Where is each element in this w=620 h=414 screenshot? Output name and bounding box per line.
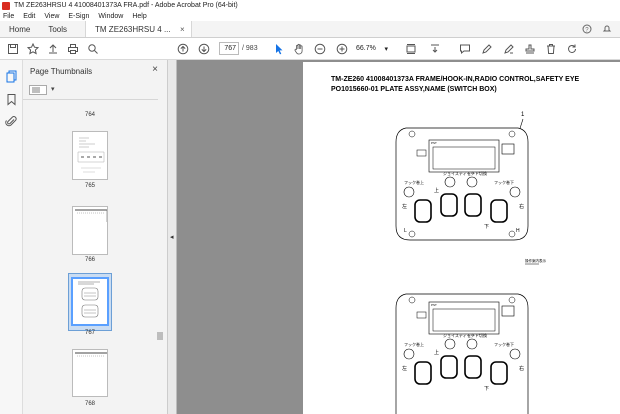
menu-file[interactable]: File [3, 13, 14, 20]
switch-panel-lower: PST フック巻上 ジョイスティック モード切換 フック巻下 左 上 右 下 [395, 293, 529, 414]
page-separator: / [242, 45, 244, 52]
tabbar-right-icons: ? [582, 21, 620, 37]
save-icon[interactable] [6, 42, 20, 56]
menu-window[interactable]: Window [98, 13, 123, 20]
page-thumbnails-panel: Page Thumbnails × ▾ 764 765 766 767 768 [23, 60, 168, 414]
thumbnail-label-768: 768 [84, 401, 95, 407]
hand-tool-icon[interactable] [292, 42, 306, 56]
main-toolbar: 767 / 983 66.7% ▾ [0, 38, 620, 60]
thumbnail-scrollbar[interactable] [156, 102, 164, 408]
pdf-page: TM-ZE260 41008401373A FRAME/HOOK-IN,RADI… [303, 62, 620, 414]
thumbnail-768-preview [75, 352, 107, 357]
menu-edit[interactable]: Edit [23, 13, 35, 20]
thumbnail-label-765: 765 [84, 183, 95, 189]
tab-tools[interactable]: Tools [39, 21, 76, 37]
attachment-icon[interactable] [5, 115, 18, 128]
svg-text:右: 右 [519, 203, 524, 210]
chevron-down-icon: ▾ [384, 45, 388, 53]
svg-text:上: 上 [434, 349, 439, 356]
tab-bar: Home Tools TM ZE263HRSU 4 ... × ? [0, 21, 620, 38]
svg-text:PST: PST [431, 303, 437, 307]
next-page-icon[interactable] [197, 42, 211, 56]
page-display-icon[interactable] [404, 42, 418, 56]
document-viewer[interactable]: TM-ZE260 41008401373A FRAME/HOOK-IN,RADI… [177, 60, 620, 414]
thumbnail-page-767[interactable] [71, 277, 109, 326]
zoom-value: 66.7% [356, 45, 376, 52]
svg-text:モード切換: モード切換 [467, 332, 487, 338]
svg-text:左: 左 [402, 365, 407, 372]
fill-sign-icon[interactable] [502, 42, 516, 56]
page-number-input[interactable]: 767 [219, 42, 239, 55]
thumbnail-765-preview [77, 137, 105, 173]
list-options-icon [32, 87, 40, 93]
svg-text:左: 左 [402, 203, 407, 210]
menu-view[interactable]: View [44, 13, 59, 20]
tab-home[interactable]: Home [0, 21, 39, 37]
bell-icon[interactable] [602, 24, 612, 34]
scroll-mode-icon[interactable] [428, 42, 442, 56]
window-titlebar: TM ZE263HRSU 4 41008401373A FRA.pdf - Ad… [0, 0, 620, 11]
thumbnail-766-preview [75, 209, 107, 222]
tab-document[interactable]: TM ZE263HRSU 4 ... × [85, 21, 192, 37]
svg-text:下: 下 [484, 386, 489, 392]
print-icon[interactable] [66, 42, 80, 56]
comment-icon[interactable] [458, 42, 472, 56]
star-icon[interactable] [26, 42, 40, 56]
search-icon[interactable] [86, 42, 100, 56]
panel-title: Page Thumbnails [30, 67, 93, 76]
svg-text:L: L [404, 228, 407, 234]
help-icon[interactable]: ? [582, 24, 592, 34]
page-count: / 983 [242, 45, 258, 52]
thumbnail-page-766[interactable] [72, 206, 108, 255]
thumbnail-label-767: 767 [84, 330, 95, 336]
thumbnail-767-preview [78, 281, 100, 318]
svg-text:H: H [516, 228, 520, 234]
thumbnail-page-768[interactable] [72, 349, 108, 397]
bookmark-icon[interactable] [5, 93, 18, 106]
svg-text:下: 下 [484, 224, 489, 230]
switch-box-drawing: 1 PST フック巻上 ジョイスティック モード切換 フック巻下 左 上 右 下… [395, 112, 546, 414]
tab-close-icon[interactable]: × [180, 25, 185, 34]
svg-text:フック巻上: フック巻上 [404, 341, 424, 347]
svg-text:フック巻上: フック巻上 [404, 179, 424, 185]
page-thumbnails-icon[interactable] [5, 70, 18, 83]
total-pages: 983 [245, 45, 258, 52]
left-navigation-rail [0, 60, 23, 414]
menu-bar: File Edit View E-Sign Window Help [0, 11, 620, 21]
svg-text:フック巻下: フック巻下 [494, 341, 514, 347]
collapse-panel-icon[interactable]: ◂ [170, 233, 174, 241]
tab-document-label: TM ZE263HRSU 4 ... [95, 24, 171, 34]
delete-icon[interactable] [544, 42, 558, 56]
svg-text:右: 右 [519, 365, 524, 372]
previous-page-icon[interactable] [176, 42, 190, 56]
options-chevron-down-icon[interactable]: ▾ [51, 85, 55, 93]
svg-text:上: 上 [434, 187, 439, 194]
panel-close-icon[interactable]: × [152, 64, 158, 75]
highlight-pen-icon[interactable] [480, 42, 494, 56]
stamp-icon[interactable] [523, 42, 537, 56]
thumbnail-label-764: 764 [84, 112, 95, 118]
scrollbar-thumb[interactable] [157, 332, 163, 340]
menu-help[interactable]: Help [132, 13, 146, 20]
thumbnail-label-766: 766 [84, 257, 95, 263]
switch-panel-upper: PST フック巻上 ジョイスティック モード切換 フック巻下 左 上 右 下 L… [395, 127, 529, 241]
thumbnail-page-765[interactable] [72, 131, 108, 180]
zoom-in-icon[interactable] [335, 42, 349, 56]
panel-splitter[interactable]: ◂ [168, 60, 177, 414]
callout-1: 1 [521, 112, 525, 118]
menu-esign[interactable]: E-Sign [68, 13, 89, 20]
zoom-dropdown[interactable]: 66.7% ▾ [354, 42, 390, 55]
panel-label-top: PST [431, 141, 437, 145]
zoom-out-icon[interactable] [313, 42, 327, 56]
acrobat-app-icon [2, 1, 10, 10]
window-title: TM ZE263HRSU 4 41008401373A FRA.pdf - Ad… [14, 2, 238, 9]
svg-text:フック巻下: フック巻下 [494, 179, 514, 185]
note-small: 操作案内表示 [525, 258, 546, 263]
rotate-icon[interactable] [565, 42, 579, 56]
svg-text:モード切換: モード切換 [467, 170, 487, 176]
thumbnail-options-button[interactable] [29, 85, 47, 95]
upload-icon[interactable] [46, 42, 60, 56]
select-cursor-icon[interactable] [272, 42, 286, 56]
